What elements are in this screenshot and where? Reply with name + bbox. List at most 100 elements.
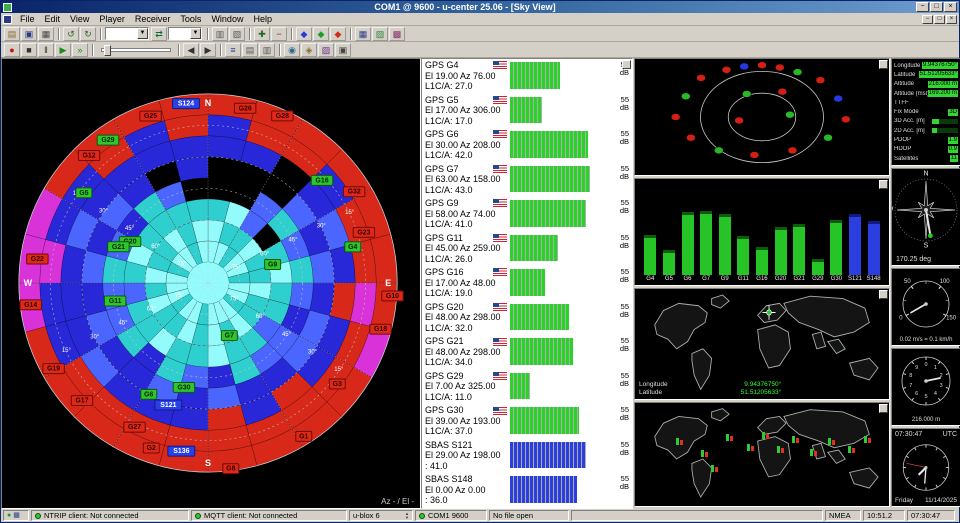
sky-satellite-S136[interactable]: S136: [168, 446, 195, 456]
toolbar-separator: [58, 28, 60, 40]
sky-satellite-G32[interactable]: G32: [343, 187, 364, 197]
sky-satellite-G22[interactable]: G22: [27, 254, 48, 264]
sky-satellite-G26[interactable]: G26: [234, 103, 255, 113]
paste-icon[interactable]: ▧: [229, 27, 245, 41]
sky-satellite-G29[interactable]: G29: [97, 135, 118, 145]
constellation-corner-button[interactable]: [879, 60, 888, 69]
sky-satellite-G14[interactable]: G14: [20, 300, 41, 310]
sky-satellite-G3[interactable]: G3: [329, 379, 345, 389]
playback-slider[interactable]: [101, 48, 171, 52]
sky-satellite-G19[interactable]: G19: [43, 364, 64, 374]
sky-satellite-G6[interactable]: G6: [141, 389, 157, 399]
menu-receiver[interactable]: Receiver: [130, 13, 176, 25]
port-combo-arrow[interactable]: ▼: [137, 28, 148, 39]
zoom-in-icon[interactable]: ✚: [254, 27, 270, 41]
zoom-out-icon[interactable]: −: [271, 27, 287, 41]
menu-bar-items: FileEditViewPlayerReceiverToolsWindowHel…: [15, 13, 921, 25]
menu-help[interactable]: Help: [248, 13, 277, 25]
receiver-generation-spinner[interactable]: ▲▼: [405, 512, 409, 520]
playback-slider-thumb[interactable]: [104, 45, 111, 56]
connect-icon[interactable]: ⇄: [151, 27, 167, 41]
sky-satellite-G4[interactable]: G4: [345, 242, 361, 252]
barchart-corner-button[interactable]: [879, 180, 888, 189]
menu-view[interactable]: View: [65, 13, 94, 25]
sky-satellite-G16[interactable]: G16: [311, 175, 332, 185]
sky-satellite-G8[interactable]: G8: [223, 464, 239, 474]
sky-satellite-G25[interactable]: G25: [140, 111, 161, 121]
sky-satellite-G21[interactable]: G21: [108, 242, 129, 252]
mdi-restore-button[interactable]: □: [934, 15, 945, 24]
sky-satellite-G11[interactable]: G11: [104, 296, 125, 306]
save-file-icon[interactable]: ▣: [21, 27, 37, 41]
step-back-icon[interactable]: ◀: [183, 43, 199, 57]
menu-window[interactable]: Window: [206, 13, 248, 25]
menu-player[interactable]: Player: [94, 13, 130, 25]
sky-satellite-G2[interactable]: G2: [143, 443, 159, 453]
packet-console-icon[interactable]: ▤: [242, 43, 258, 57]
speed-dial: 050100150: [892, 269, 960, 333]
svg-text:N: N: [923, 171, 928, 178]
messages-view-icon[interactable]: ≡: [225, 43, 241, 57]
record-icon[interactable]: ●: [4, 43, 20, 57]
menu-edit[interactable]: Edit: [40, 13, 66, 25]
map1-corner-button[interactable]: [879, 290, 888, 299]
sky-satellite-G23[interactable]: G23: [353, 227, 374, 237]
sky-satellite-S124[interactable]: S124: [173, 99, 200, 109]
fast-forward-icon[interactable]: »: [72, 43, 88, 57]
utc-time: 07:30:47: [907, 510, 955, 521]
menu-file[interactable]: File: [15, 13, 40, 25]
view-blue-icon[interactable]: ◆: [296, 27, 312, 41]
scale-unit: dB: [612, 104, 629, 112]
view-green-icon[interactable]: ◆: [313, 27, 329, 41]
play-icon[interactable]: ▶: [55, 43, 71, 57]
docking-icon[interactable]: ▣: [335, 43, 351, 57]
table-view-icon[interactable]: ▦: [355, 27, 371, 41]
minimize-button[interactable]: −: [916, 2, 929, 12]
histogram-icon[interactable]: ▨: [318, 43, 334, 57]
text-console-icon[interactable]: ▥: [259, 43, 275, 57]
sky-satellite-G30[interactable]: G30: [173, 382, 194, 392]
sky-satellite-G28[interactable]: G28: [272, 111, 293, 121]
port-combo[interactable]: ▼: [105, 27, 149, 40]
close-button[interactable]: ×: [944, 2, 957, 12]
sky-satellite-G5[interactable]: G5: [76, 188, 92, 198]
svg-text:G18: G18: [374, 326, 387, 333]
sky-view-icon[interactable]: ◉: [284, 43, 300, 57]
deviation-map-icon[interactable]: ◈: [301, 43, 317, 57]
svg-text:G32: G32: [348, 189, 361, 196]
satellite-panel-scroll-button[interactable]: [622, 60, 631, 69]
sky-satellite-G27[interactable]: G27: [124, 422, 145, 432]
sky-satellite-G10[interactable]: G10: [382, 291, 403, 301]
pause-icon[interactable]: ‖: [38, 43, 54, 57]
sky-satellite-G12[interactable]: G12: [78, 150, 99, 160]
baud-combo-arrow[interactable]: ▼: [190, 28, 201, 39]
copy-icon[interactable]: ▥: [212, 27, 228, 41]
sky-satellite-G17[interactable]: G17: [71, 396, 92, 406]
open-file-icon[interactable]: ▤: [4, 27, 20, 41]
mdi-close-button[interactable]: ×: [946, 15, 957, 24]
maximize-button[interactable]: □: [930, 2, 943, 12]
map-view-icon[interactable]: ▩: [389, 27, 405, 41]
sky-satellite-G7[interactable]: G7: [221, 331, 237, 341]
stop-icon[interactable]: ■: [21, 43, 37, 57]
map-satellite-marker: [726, 434, 735, 442]
chart-view-icon[interactable]: ▨: [372, 27, 388, 41]
menu-tools[interactable]: Tools: [175, 13, 206, 25]
baud-combo[interactable]: ▼: [168, 27, 202, 40]
step-forward-icon[interactable]: ▶: [200, 43, 216, 57]
sky-satellite-G1[interactable]: G1: [296, 431, 312, 441]
sky-satellite-S121[interactable]: S121: [155, 400, 182, 410]
map2-corner-button[interactable]: [879, 404, 888, 413]
view-red-icon[interactable]: ◆: [330, 27, 346, 41]
undo-icon[interactable]: ↺: [63, 27, 79, 41]
svg-text:30°: 30°: [308, 349, 318, 355]
map-satellite-marker: [747, 444, 756, 452]
mdi-minimize-button[interactable]: −: [922, 15, 933, 24]
print-icon[interactable]: ▦: [38, 27, 54, 41]
signal-scale: 55dB: [612, 404, 632, 439]
redo-icon[interactable]: ↻: [80, 27, 96, 41]
sky-satellite-G18[interactable]: G18: [370, 324, 391, 334]
receiver-generation[interactable]: u-blox 6▲▼: [349, 510, 413, 521]
sky-satellite-G9[interactable]: G9: [265, 260, 281, 270]
scale-unit: dB: [612, 242, 629, 250]
